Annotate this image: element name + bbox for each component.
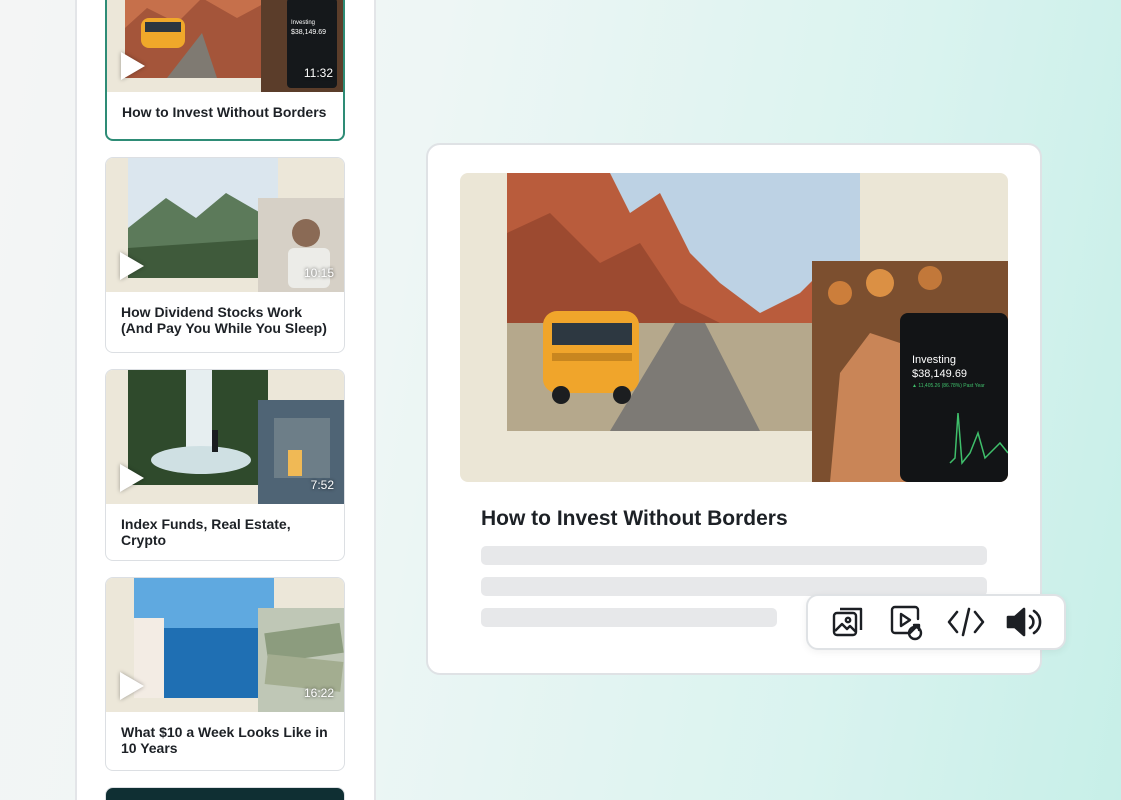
- image-gallery-icon[interactable]: [828, 602, 868, 642]
- code-icon[interactable]: [946, 602, 986, 642]
- video-duration: 10:15: [303, 266, 334, 280]
- video-card-1[interactable]: Investing $38,149.69 11:32 How to Invest…: [105, 0, 345, 141]
- svg-text:$38,149.69: $38,149.69: [291, 29, 326, 36]
- video-list-sidebar: Investing $38,149.69 11:32 How to Invest…: [75, 0, 376, 800]
- video-thumbnail: 7:52: [106, 370, 344, 504]
- play-icon[interactable]: [120, 464, 144, 492]
- video-card-3[interactable]: 7:52 Index Funds, Real Estate, Crypto: [105, 369, 345, 561]
- video-detail-title: How to Invest Without Borders: [481, 507, 788, 530]
- video-title: How Dividend Stocks Work (And Pay You Wh…: [121, 304, 327, 336]
- video-card-4[interactable]: 16:22 What $10 a Week Looks Like in 10 Y…: [105, 577, 345, 771]
- play-icon[interactable]: [120, 252, 144, 280]
- svg-text:Investing: Investing: [291, 20, 315, 26]
- video-thumbnail: Investing $38,149.69 11:32: [107, 0, 343, 92]
- video-thumbnail: 16:22: [106, 578, 344, 712]
- play-icon[interactable]: [121, 52, 145, 80]
- video-card-5[interactable]: [105, 787, 345, 800]
- media-toolbar: [806, 594, 1066, 650]
- video-card-2[interactable]: 10:15 How Dividend Stocks Work (And Pay …: [105, 157, 345, 353]
- phone-balance: $38,149.69: [912, 368, 967, 380]
- video-duration: 7:52: [310, 478, 334, 492]
- skeleton-line-3: [481, 608, 777, 627]
- speaker-icon[interactable]: [1005, 602, 1045, 642]
- video-title: How to Invest Without Borders: [122, 104, 327, 120]
- video-duration: 11:32: [303, 66, 333, 80]
- phone-app-label: Investing: [912, 354, 956, 366]
- hero-image: Investing $38,149.69 ▲ 11,405.26 (86.78%…: [460, 173, 1008, 482]
- video-title: Index Funds, Real Estate, Crypto: [121, 516, 291, 548]
- phone-change: ▲ 11,405.26 (86.78%) Past Year: [912, 383, 985, 389]
- video-link-icon[interactable]: [887, 602, 927, 642]
- play-icon[interactable]: [120, 672, 144, 700]
- video-thumbnail: 10:15: [106, 158, 344, 292]
- video-title: What $10 a Week Looks Like in 10 Years: [121, 724, 328, 756]
- video-duration: 16:22: [303, 686, 334, 700]
- skeleton-line-1: [481, 546, 987, 565]
